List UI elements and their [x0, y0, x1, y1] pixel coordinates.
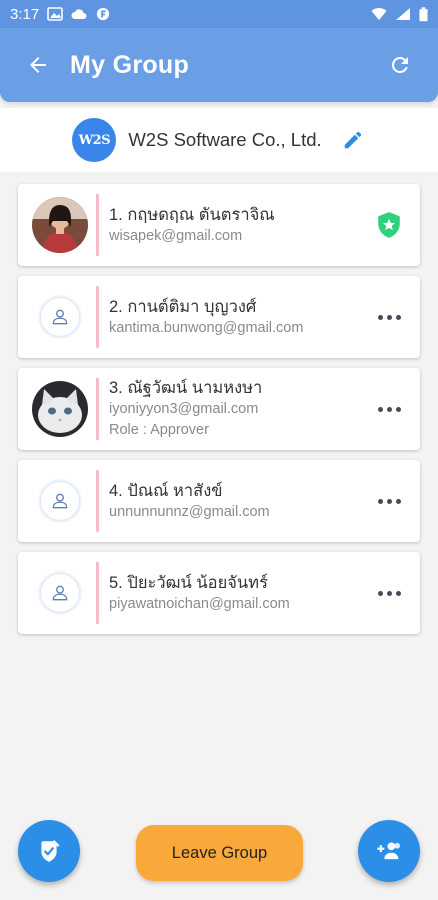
approve-fab-button[interactable] [18, 820, 80, 882]
member-name: 1. กฤษดฤณ ตันตราจิณ [109, 205, 275, 224]
member-name: 5. ปิยะวัฒน์ น้อยจันทร์ [109, 573, 268, 592]
member-avatar [40, 297, 80, 337]
member-name: 2. กานต์ติมา บุญวงศ์ [109, 297, 257, 316]
back-button[interactable] [18, 45, 58, 85]
placeholder-person-icon [52, 493, 68, 509]
person-photo [32, 197, 88, 253]
member-email: unnunnunnz@gmail.com [109, 503, 270, 520]
member-card[interactable]: 4. ปัณณ์ หาสังข์ unnunnunnz@gmail.com [18, 460, 420, 542]
member-name: 3. ณัฐวัฒน์ นามหงษา [109, 379, 263, 397]
more-options-icon [377, 590, 401, 596]
member-avatar [32, 381, 88, 437]
cloud-icon [71, 9, 87, 19]
more-options-icon [377, 498, 401, 504]
placeholder-person-icon [52, 585, 68, 601]
organization-header: W2S W2S Software Co., Ltd. [0, 108, 438, 172]
member-more-button[interactable] [372, 300, 406, 334]
status-bar: 3:17 [0, 0, 438, 28]
member-email: iyoniyyon3@gmail.com [109, 401, 259, 417]
card-divider [96, 286, 99, 348]
member-card[interactable]: 1. กฤษดฤณ ตันตราจิณ wisapek@gmail.com [18, 184, 420, 266]
card-divider [96, 562, 99, 624]
organization-name: W2S Software Co., Ltd. [128, 129, 322, 150]
page-title: My Group [70, 50, 190, 79]
admin-shield-icon [378, 212, 400, 238]
member-avatar [40, 573, 80, 613]
gallery-icon [47, 7, 64, 21]
member-email: kantima.bunwong@gmail.com [109, 319, 304, 336]
app-bar: My Group [0, 28, 438, 102]
add-member-fab-button[interactable] [358, 820, 420, 882]
refresh-icon [391, 56, 408, 73]
card-divider [96, 194, 99, 256]
approve-pen-icon [41, 839, 60, 862]
signal-icon [396, 8, 410, 20]
arrow-left-icon [30, 57, 46, 73]
organization-logo: W2S [72, 118, 117, 162]
battery-icon [419, 6, 428, 21]
app-f-icon [97, 7, 110, 21]
member-avatar [40, 481, 80, 521]
status-time: 3:17 [10, 5, 40, 23]
admin-badge [372, 208, 406, 242]
leave-group-button[interactable]: Leave Group [136, 825, 303, 881]
member-card[interactable]: 2. กานต์ติมา บุญวงศ์ kantima.bunwong@gma… [18, 276, 420, 358]
pencil-icon [344, 131, 361, 149]
member-card[interactable]: 5. ปิยะวัฒน์ น้อยจันทร์ piyawatnoichan@g… [18, 552, 420, 634]
member-role: Role : Approver [109, 422, 209, 438]
more-options-icon [377, 406, 401, 412]
card-divider [96, 378, 99, 440]
wifi-icon [371, 8, 387, 20]
member-card[interactable]: 3. ณัฐวัฒน์ นามหงษา iyoniyyon3@gmail.com… [18, 368, 420, 450]
member-list: 1. กฤษดฤณ ตันตราจิณ wisapek@gmail.com 2.… [18, 184, 420, 644]
member-more-button[interactable] [372, 576, 406, 610]
member-avatar [32, 197, 88, 253]
more-options-icon [377, 314, 401, 320]
member-name: 4. ปัณณ์ หาสังข์ [109, 481, 223, 500]
add-member-icon [377, 842, 401, 860]
member-more-button[interactable] [372, 484, 406, 518]
member-more-button[interactable] [372, 392, 406, 426]
organization-logo-text: W2S [78, 132, 111, 148]
placeholder-person-icon [52, 309, 68, 325]
member-email: piyawatnoichan@gmail.com [109, 595, 290, 612]
card-divider [96, 470, 99, 532]
cat-photo [32, 381, 88, 437]
edit-organization-button[interactable] [340, 127, 366, 153]
refresh-button[interactable] [380, 45, 420, 85]
member-email: wisapek@gmail.com [109, 227, 243, 244]
